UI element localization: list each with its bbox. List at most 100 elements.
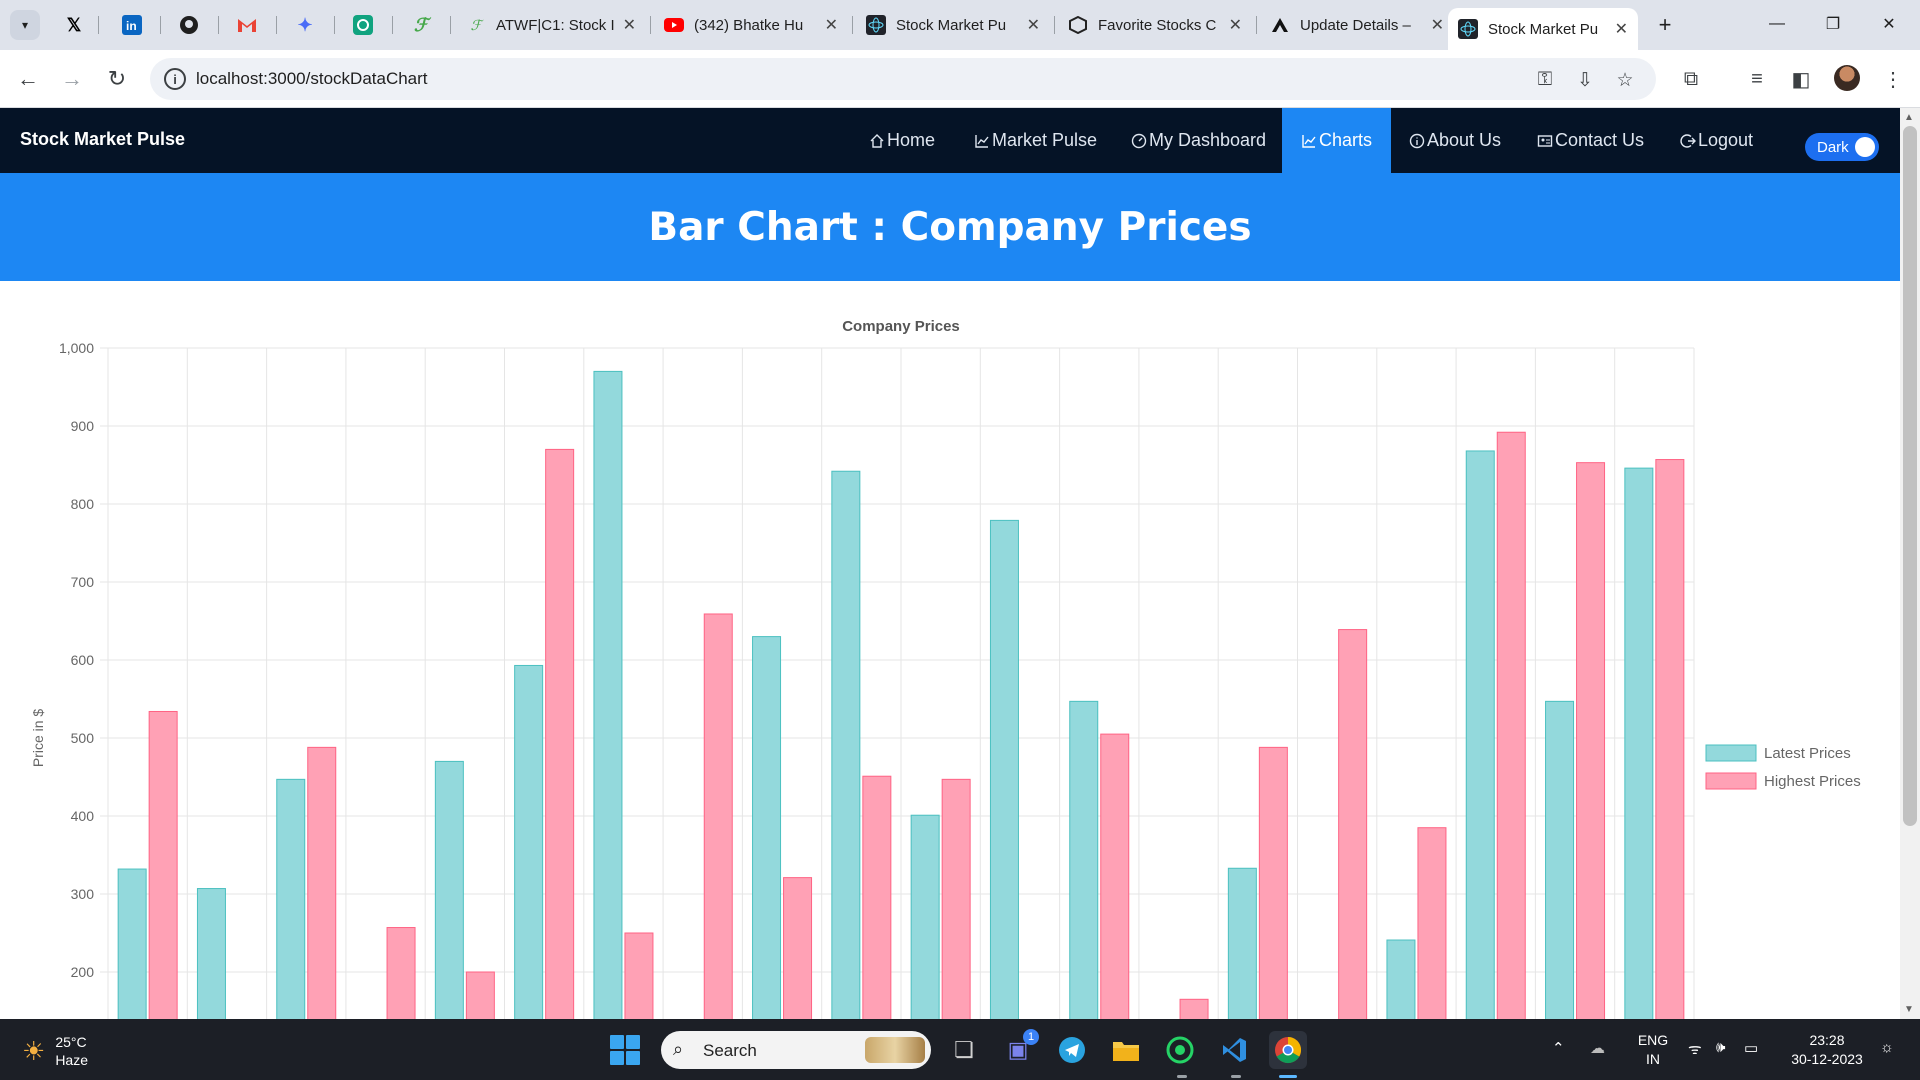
profile-avatar[interactable] <box>1834 65 1860 91</box>
close-window-icon[interactable]: ✕ <box>1866 8 1912 40</box>
close-icon[interactable]: ✕ <box>1229 15 1242 35</box>
media-control-icon[interactable]: ≡ <box>1742 64 1772 94</box>
bar-chart: 1,000 900 800 700 600 500 400 300 200 Company Pri… <box>30 318 1861 1019</box>
browser-tab[interactable]: Stock Market Pu ✕ <box>856 8 1050 42</box>
dark-mode-toggle[interactable]: Dark <box>1805 133 1879 161</box>
volume-icon[interactable]: 🕪 <box>1716 1039 1725 1056</box>
y-tick-label: 900 <box>71 418 95 434</box>
forward-icon[interactable]: → <box>56 63 88 95</box>
telegram-icon[interactable] <box>1053 1031 1091 1069</box>
github-icon[interactable] <box>173 9 205 41</box>
install-app-icon[interactable]: ⇩ <box>1572 67 1598 93</box>
extensions-icon[interactable]: ⧉ <box>1676 64 1706 94</box>
scroll-down-icon[interactable]: ▼ <box>1904 1004 1914 1015</box>
whatsapp-icon[interactable] <box>1161 1031 1199 1069</box>
tab-divider <box>1054 16 1055 34</box>
close-icon[interactable]: ✕ <box>1615 19 1628 39</box>
y-tick-label: 800 <box>71 496 95 512</box>
chatgpt-icon[interactable] <box>347 9 379 41</box>
browser-tab[interactable]: Favorite Stocks C ✕ <box>1058 8 1252 42</box>
bar-latest <box>434 760 464 1019</box>
close-icon[interactable]: ✕ <box>1431 15 1444 35</box>
close-icon[interactable]: ✕ <box>1027 15 1040 35</box>
sparkle-icon[interactable]: ✦ <box>289 9 321 41</box>
clock[interactable]: 23:28 30-12-2023 <box>1782 1031 1872 1069</box>
file-explorer-icon[interactable] <box>1107 1031 1145 1069</box>
nav-about-us[interactable]: About Us <box>1409 108 1501 173</box>
page-scrollbar[interactable]: ▲ ▼ <box>1900 108 1920 1019</box>
url-text[interactable]: localhost:3000/stockDataChart <box>196 69 428 89</box>
nav-market-pulse-label: Market Pulse <box>992 130 1098 150</box>
wifi-icon[interactable]: ᯤ <box>1688 1039 1702 1059</box>
minimize-icon[interactable]: — <box>1754 8 1800 40</box>
bookmark-star-icon[interactable]: ☆ <box>1612 67 1638 93</box>
tab-divider <box>450 16 451 34</box>
key-icon[interactable]: ⚿ <box>1532 67 1558 93</box>
bar-highest <box>545 448 575 1019</box>
y-axis-label: Price in $ <box>30 709 46 768</box>
x-icon[interactable]: 𝕏 <box>58 9 90 41</box>
running-indicator <box>1177 1075 1187 1078</box>
nav-home[interactable]: Home <box>869 108 935 173</box>
bar-latest <box>910 814 940 1019</box>
browser-tab-active[interactable]: Stock Market Pu ✕ <box>1448 8 1638 50</box>
nav-logout[interactable]: Logout <box>1680 108 1753 173</box>
bar-latest <box>276 778 306 1019</box>
vscode-icon[interactable] <box>1215 1031 1253 1069</box>
nav-contact-us[interactable]: Contact Us <box>1537 108 1644 173</box>
nav-my-dashboard[interactable]: My Dashboard <box>1131 108 1266 173</box>
linkedin-icon[interactable]: in <box>116 9 148 41</box>
bar-latest <box>514 664 544 1019</box>
scrollbar-thumb[interactable] <box>1903 126 1917 826</box>
tab-divider <box>276 16 277 34</box>
new-tab-button[interactable]: + <box>1650 10 1680 40</box>
browser-tab[interactable]: ℱ ATWF|C1: Stock I ✕ <box>456 8 646 42</box>
page-hero: Bar Chart : Company Prices <box>0 173 1900 281</box>
tab-divider <box>160 16 161 34</box>
browser-tab[interactable]: (342) Bhatke Hu ✕ <box>654 8 848 42</box>
close-icon[interactable]: ✕ <box>825 15 838 35</box>
tab-title: Favorite Stocks C <box>1098 16 1217 34</box>
battery-icon[interactable]: ▭ <box>1744 1039 1758 1057</box>
windows-start-icon[interactable] <box>610 1035 640 1065</box>
tab-divider <box>1256 16 1257 34</box>
browser-tab[interactable]: Update Details – ✕ <box>1260 8 1454 42</box>
legend-label: Latest Prices <box>1764 745 1851 762</box>
notifications-icon[interactable]: ☼ <box>1880 1039 1894 1056</box>
brand-logo-text[interactable]: Stock Market Pulse <box>20 129 185 150</box>
app-navbar: Stock Market Pulse Home Market Pulse My … <box>0 108 1900 173</box>
site-info-icon[interactable]: i <box>164 68 186 90</box>
chrome-icon[interactable] <box>1269 1031 1307 1069</box>
onedrive-off-icon[interactable]: ☁ <box>1590 1039 1605 1057</box>
tab-search-button[interactable]: ▾ <box>10 10 40 40</box>
bar-highest <box>465 971 495 1019</box>
bar-highest <box>1417 827 1447 1019</box>
gmail-icon[interactable] <box>231 9 263 41</box>
bar-highest <box>307 746 337 1019</box>
chart-line-icon <box>974 133 990 149</box>
address-bar[interactable]: i localhost:3000/stockDataChart ⚿ ⇩ ☆ <box>150 58 1656 100</box>
bar-highest <box>1496 431 1526 1019</box>
show-hidden-icons-icon[interactable]: ⌃ <box>1552 1039 1565 1057</box>
close-icon[interactable]: ✕ <box>623 15 636 35</box>
task-view-icon[interactable]: ❏ <box>945 1031 983 1069</box>
bar-latest <box>1386 939 1416 1019</box>
bar-highest <box>624 932 654 1019</box>
contact-card-icon <box>1537 133 1553 149</box>
tab-title: Update Details – <box>1300 16 1411 34</box>
scroll-up-icon[interactable]: ▲ <box>1904 112 1914 123</box>
leaf-icon[interactable]: ℱ <box>405 9 437 41</box>
browser-toolbar: ← → ↻ i localhost:3000/stockDataChart ⚿ … <box>0 50 1920 108</box>
dark-mode-label: Dark <box>1817 139 1849 156</box>
taskbar-search[interactable]: ⌕ Search <box>661 1031 931 1069</box>
restore-icon[interactable]: ❐ <box>1810 8 1856 40</box>
back-icon[interactable]: ← <box>12 63 44 95</box>
weather-widget[interactable]: ☀ 25°C Haze <box>22 1033 88 1069</box>
nav-market-pulse[interactable]: Market Pulse <box>974 108 1097 173</box>
input-language[interactable]: ENG IN <box>1633 1031 1673 1069</box>
side-panel-icon[interactable]: ◧ <box>1786 64 1816 94</box>
more-menu-icon[interactable]: ⋮ <box>1878 64 1908 94</box>
browser-tab-strip: ▾ 𝕏 in ✦ ℱ ℱ ATWF|C1: Stock I ✕ (342) Bh… <box>0 0 1920 50</box>
reload-icon[interactable]: ↻ <box>101 63 133 95</box>
nav-charts[interactable]: Charts <box>1282 108 1392 173</box>
